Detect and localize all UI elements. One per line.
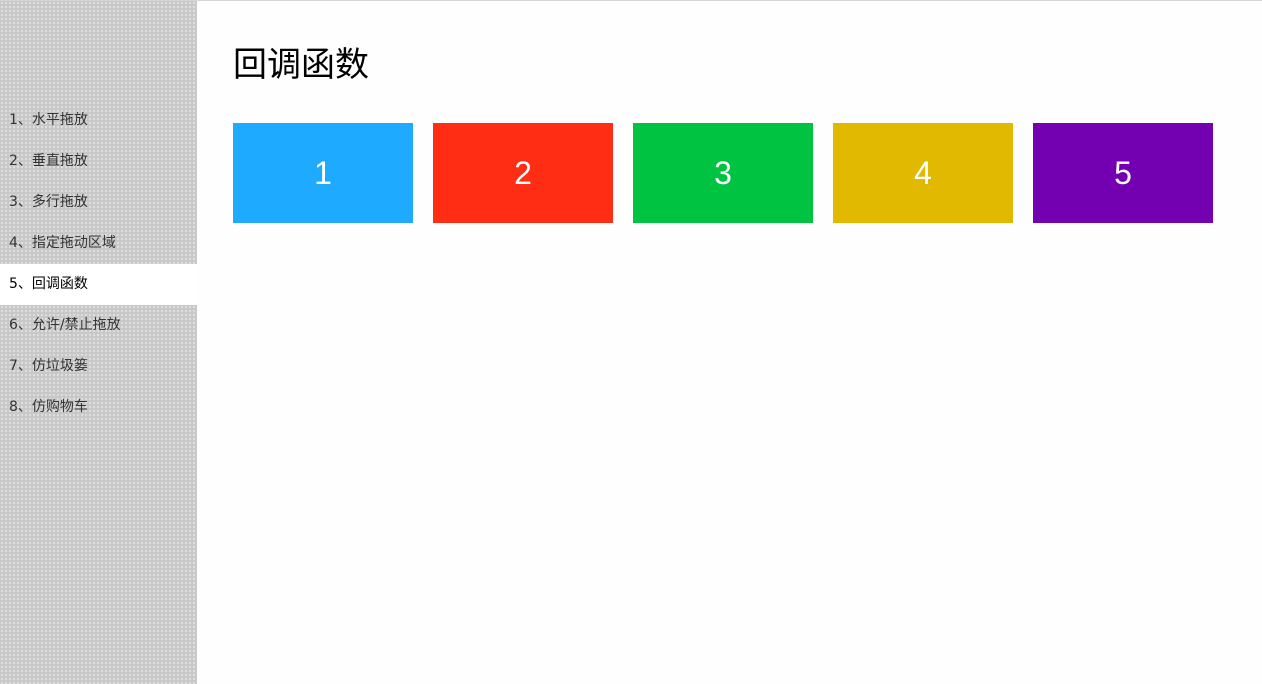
page-title: 回调函数 [233,45,369,85]
sidebar-item-trash-bin[interactable]: 7、仿垃圾篓 [0,346,197,387]
draggable-box-2[interactable]: 2 [433,123,613,223]
sidebar-item-callback[interactable]: 5、回调函数 [0,264,197,305]
sidebar-item-handle-area[interactable]: 4、指定拖动区域 [0,223,197,264]
app-window: 1、水平拖放 2、垂直拖放 3、多行拖放 4、指定拖动区域 5、回调函数 6、允… [0,0,1262,684]
sidebar: 1、水平拖放 2、垂直拖放 3、多行拖放 4、指定拖动区域 5、回调函数 6、允… [0,1,197,684]
draggable-box-4[interactable]: 4 [833,123,1013,223]
sidebar-item-enable-disable[interactable]: 6、允许/禁止拖放 [0,305,197,346]
sidebar-item-vertical-drag[interactable]: 2、垂直拖放 [0,141,197,182]
draggable-box-3[interactable]: 3 [633,123,813,223]
sidebar-item-multirow-drag[interactable]: 3、多行拖放 [0,182,197,223]
sidebar-item-horizontal-drag[interactable]: 1、水平拖放 [0,100,197,141]
sidebar-nav: 1、水平拖放 2、垂直拖放 3、多行拖放 4、指定拖动区域 5、回调函数 6、允… [0,100,197,428]
draggable-box-row: 1 2 3 4 5 [233,123,1213,223]
main-content: 回调函数 1 2 3 4 5 [197,1,1262,684]
draggable-box-1[interactable]: 1 [233,123,413,223]
draggable-box-5[interactable]: 5 [1033,123,1213,223]
sidebar-item-shopping-cart[interactable]: 8、仿购物车 [0,387,197,428]
